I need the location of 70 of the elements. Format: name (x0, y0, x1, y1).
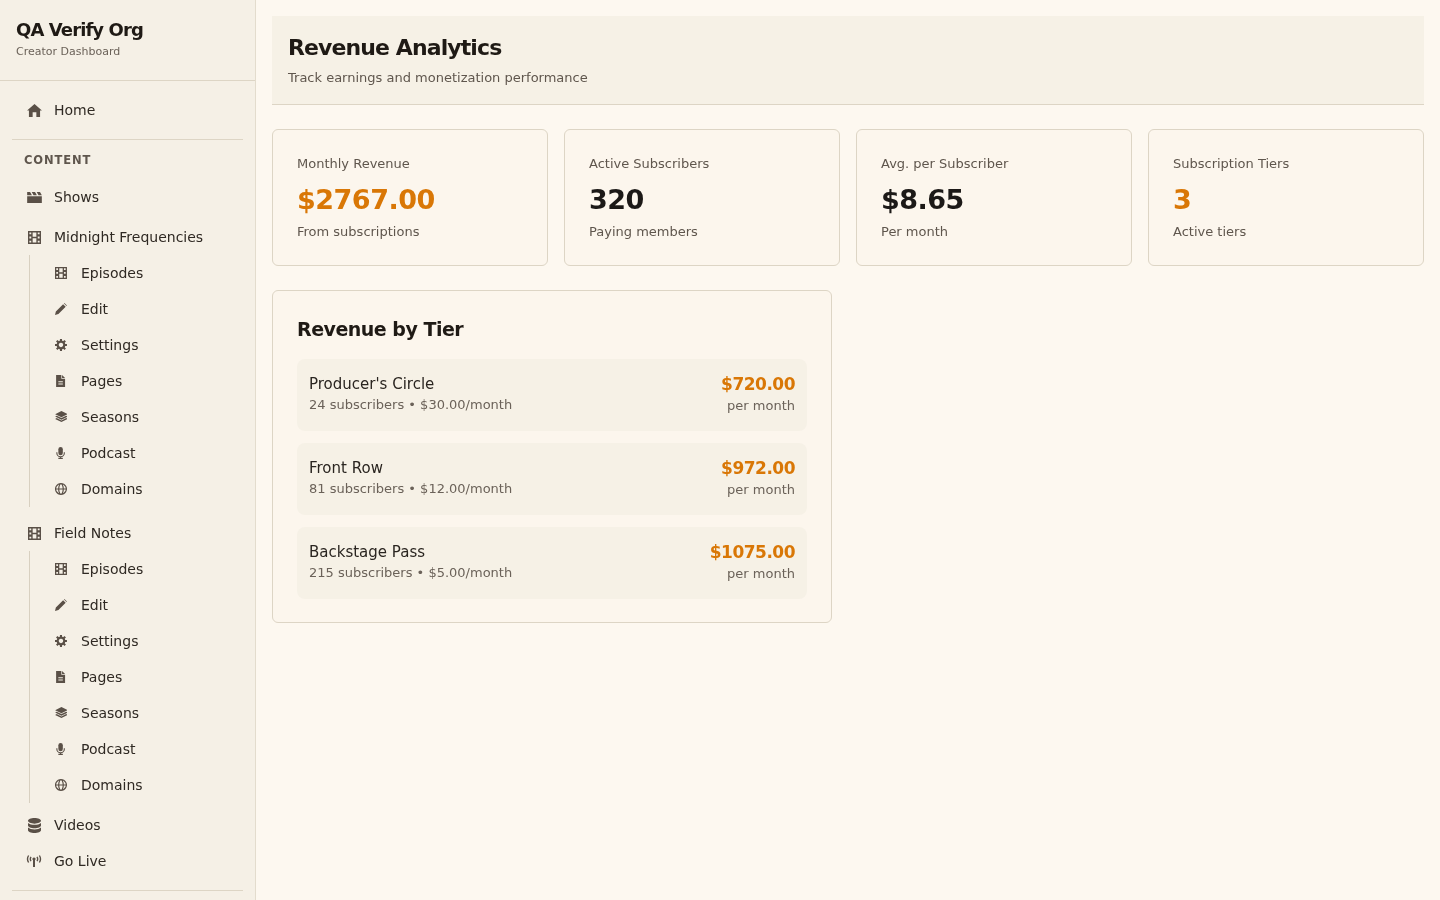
nav-subitem[interactable]: Pages (30, 659, 243, 695)
tier-name: Producer's Circle (309, 374, 436, 395)
nav-subitem[interactable]: Episodes (30, 255, 243, 291)
globe-icon (55, 779, 67, 791)
tier-period: per month (726, 565, 795, 583)
stat-label: Monthly Revenue (297, 155, 411, 173)
film-icon (55, 563, 67, 575)
database-icon (27, 817, 41, 833)
nav-subitem[interactable]: Seasons (30, 399, 243, 435)
org-subtitle: Creator Dashboard (16, 44, 122, 60)
nav-subitem[interactable]: Settings (30, 327, 243, 363)
nav-item[interactable]: Go Live (12, 843, 243, 879)
radio-tower-icon (26, 855, 42, 867)
nav-item[interactable]: Field Notes (12, 515, 243, 551)
tier-details: 24 subscribers • $30.00/month (309, 396, 513, 414)
org-name: QA Verify Org (16, 18, 144, 42)
nav-item[interactable]: Midnight Frequencies (12, 219, 243, 255)
film-icon (55, 267, 67, 279)
stat-note: From subscriptions (297, 223, 421, 241)
card-title: Revenue by Tier (297, 317, 465, 342)
nav-subitem[interactable]: Settings (30, 623, 243, 659)
clapperboard-icon (26, 191, 42, 203)
film-icon (27, 230, 41, 244)
nav-subitem[interactable]: Seasons (30, 695, 243, 731)
nav-subitem[interactable]: Pages (30, 363, 243, 399)
microphone-icon (56, 743, 66, 755)
stat-label: Active Subscribers (589, 155, 711, 173)
tier-amount: $972.00 (721, 457, 795, 479)
stat-value: 320 (589, 183, 645, 217)
tier-period: per month (726, 397, 795, 415)
document-icon (56, 671, 66, 683)
stat-label: Subscription Tiers (1173, 155, 1291, 173)
tier-amount: $1075.00 (709, 541, 795, 563)
stat-note: Paying members (589, 223, 699, 241)
nav-subitem[interactable]: Domains (30, 471, 243, 507)
nav-subitem[interactable]: Podcast (30, 731, 243, 767)
nav-item[interactable]: Shows (12, 179, 243, 215)
tier-period: per month (726, 481, 795, 499)
tier-details: 81 subscribers • $12.00/month (309, 480, 513, 498)
nav-subitem[interactable]: Podcast (30, 435, 243, 471)
tier-amount: $720.00 (721, 373, 795, 395)
page-title: Revenue Analytics (288, 34, 503, 62)
stat-value: $8.65 (881, 183, 965, 217)
tier-name: Backstage Pass (309, 542, 426, 563)
nav-item[interactable]: Home (12, 92, 243, 128)
section-heading: CONTENT (23, 152, 93, 168)
pencil-icon (55, 599, 67, 611)
tier-details: 215 subscribers • $5.00/month (309, 564, 513, 582)
stat-note: Per month (881, 223, 950, 241)
stat-label: Avg. per Subscriber (881, 155, 1010, 173)
stat-note: Active tiers (1173, 223, 1248, 241)
nav-subitem[interactable]: Edit (30, 587, 243, 623)
pencil-icon (55, 303, 67, 315)
film-icon (27, 526, 41, 540)
globe-icon (55, 483, 67, 495)
nav-subitem[interactable]: Edit (30, 291, 243, 327)
page-subtitle: Track earnings and monetization performance (288, 69, 589, 87)
document-icon (56, 375, 66, 387)
stat-value: 3 (1173, 183, 1193, 217)
stat-value: $2767.00 (297, 183, 436, 217)
layers-icon (54, 411, 68, 423)
nav-subitem[interactable]: Episodes (30, 551, 243, 587)
gear-icon (55, 339, 67, 351)
tier-name: Front Row (309, 458, 384, 479)
microphone-icon (56, 447, 66, 459)
home-icon (26, 103, 42, 117)
nav-item[interactable]: Videos (12, 807, 243, 843)
layers-icon (54, 707, 68, 719)
nav-subitem[interactable]: Domains (30, 767, 243, 803)
gear-icon (55, 635, 67, 647)
